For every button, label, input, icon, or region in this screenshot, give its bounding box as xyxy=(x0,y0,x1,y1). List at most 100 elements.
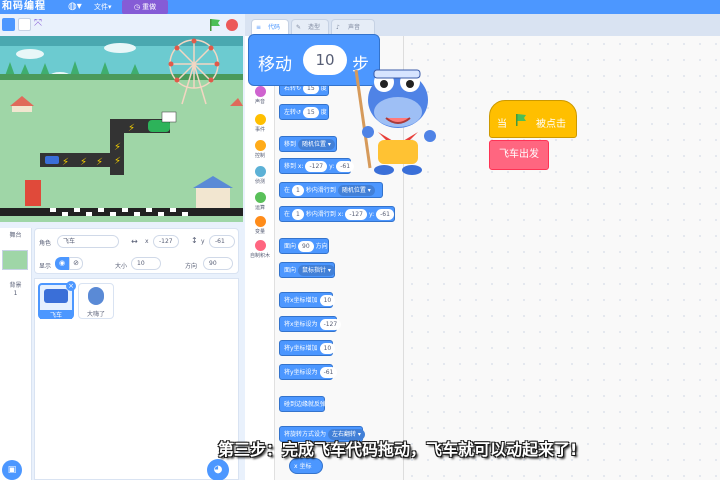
steps-input[interactable]: 10 xyxy=(303,45,347,75)
category-sound[interactable]: 声音 xyxy=(245,86,275,105)
globe-icon[interactable]: ◍▾ xyxy=(68,1,82,12)
block-text: 在 xyxy=(284,211,291,218)
show-label: 显示 xyxy=(39,263,52,270)
point-towards-block[interactable]: 面向 鼠标指针 ▾ xyxy=(279,262,335,278)
x-input[interactable]: -127 xyxy=(345,209,367,220)
svg-text:⚡: ⚡ xyxy=(114,156,121,167)
category-my-blocks[interactable]: 自制积木 xyxy=(245,240,275,259)
y-input[interactable]: -61 xyxy=(209,235,235,248)
block-text: y: xyxy=(368,211,375,218)
block-text: 将x坐标增加 xyxy=(284,297,318,304)
direction-input[interactable]: 90 xyxy=(298,241,314,252)
value-input[interactable]: 10 xyxy=(319,343,336,354)
add-sprite-icon[interactable]: ◕ xyxy=(207,459,229,480)
remix-button[interactable]: ◷ 重做 xyxy=(122,0,168,14)
remix-label: 重做 xyxy=(142,3,157,11)
when-flag-clicked-block[interactable]: 当 被点击 xyxy=(489,100,577,138)
stage-header: ⤧ xyxy=(0,14,243,36)
goto-random-block[interactable]: 移到 随机位置 ▾ xyxy=(279,136,337,152)
sprite-tile-label: 大嗨了 xyxy=(86,311,105,318)
tab-code-label: 代码 xyxy=(268,24,281,31)
goto-xy-block[interactable]: 移到 x: -127 y: -61 xyxy=(279,158,355,174)
game-scene: ⚡ ⚡ ⚡ ⚡ ⚡ ⚡ xyxy=(0,36,243,222)
sprite-tile[interactable]: 大嗨了 xyxy=(78,283,114,319)
events-category-icon xyxy=(254,114,266,125)
car-icon xyxy=(44,289,68,303)
category-label: 运算 xyxy=(254,205,265,211)
hide-eye-icon[interactable]: ⊘ xyxy=(69,257,83,270)
glide-xy-block[interactable]: 在 1 秒内滑行到 x: -127 y: -61 xyxy=(279,206,395,222)
block-text: 秒内滑行到 x: xyxy=(305,211,344,218)
file-menu[interactable]: 文件▾ xyxy=(94,2,112,12)
normal-stage-button[interactable] xyxy=(18,18,31,31)
target-dropdown[interactable]: 随机位置 ▾ xyxy=(337,185,375,196)
rotate-left-icon: ↺ xyxy=(296,109,302,116)
set-x-block[interactable]: 将x坐标设为 -127 xyxy=(279,316,342,332)
value-input[interactable]: -127 xyxy=(319,319,342,330)
block-text: 将y坐标设为 xyxy=(284,369,318,376)
sprite-name-input[interactable]: 飞车 xyxy=(57,235,119,248)
fly-car-block[interactable]: 飞车出发 xyxy=(489,140,549,170)
tab-sounds-label: 声音 xyxy=(348,24,361,31)
category-control[interactable]: 控制 xyxy=(245,140,275,159)
stage-canvas[interactable]: ⚡ ⚡ ⚡ ⚡ ⚡ ⚡ xyxy=(0,36,243,222)
stop-button[interactable] xyxy=(226,19,238,31)
y-input[interactable]: -61 xyxy=(376,209,394,220)
seconds-input[interactable]: 1 xyxy=(292,209,304,220)
degrees-input[interactable]: 15 xyxy=(303,107,319,118)
block-text: y: xyxy=(329,163,335,170)
menu-bar: 和码编程 ◍▾ 文件▾ ◷ 重做 xyxy=(0,0,720,14)
category-operators[interactable]: 运算 xyxy=(245,192,275,211)
green-flag-icon xyxy=(516,114,526,126)
sprite-list: × 飞车 大嗨了 ◕ xyxy=(34,278,239,480)
y-axis-icon: ↕ xyxy=(191,236,198,245)
turn-left-block[interactable]: 左转↺ 15 度 xyxy=(279,104,329,120)
towards-dropdown[interactable]: 鼠标指针 ▾ xyxy=(298,265,335,276)
y-label: y xyxy=(201,238,205,245)
category-label: 变量 xyxy=(254,229,265,235)
x-input[interactable]: -127 xyxy=(153,235,179,248)
my-blocks-category-icon xyxy=(254,240,266,251)
category-events[interactable]: 事件 xyxy=(245,114,275,133)
svg-text:⚡: ⚡ xyxy=(128,123,135,134)
speaker-icon: ♪ xyxy=(336,24,340,31)
block-text: 左转 xyxy=(284,109,297,116)
delete-sprite-icon[interactable]: × xyxy=(66,281,76,291)
category-variables[interactable]: 变量 xyxy=(245,216,275,235)
bounce-block[interactable]: 碰到边缘就反弹 xyxy=(279,396,326,412)
set-y-block[interactable]: 将y坐标设为 -61 xyxy=(279,364,338,380)
x-position-reporter[interactable]: x 坐标 xyxy=(289,458,323,474)
control-category-icon xyxy=(254,140,266,151)
svg-text:⚡: ⚡ xyxy=(62,157,69,168)
stage-title: 舞台 xyxy=(9,232,22,239)
svg-text:⚡: ⚡ xyxy=(80,157,87,168)
direction-label: 方向 xyxy=(185,263,198,270)
block-text: 秒内滑行到 xyxy=(305,187,336,194)
sprite-tile[interactable]: × 飞车 xyxy=(38,281,76,319)
category-sensing[interactable]: 侦测 xyxy=(245,166,275,185)
sprite-name-label: 角色 xyxy=(39,240,52,247)
category-label: 声音 xyxy=(254,99,265,105)
hat-when-text: 当 xyxy=(497,119,507,130)
change-x-block[interactable]: 将x坐标增加 10 xyxy=(279,292,336,308)
stage-selector[interactable]: 舞台 背景 1 ▣ xyxy=(0,228,32,480)
sound-category-icon xyxy=(254,86,266,97)
fullscreen-icon[interactable]: ⤧ xyxy=(34,18,47,31)
stage-thumbnail[interactable] xyxy=(2,250,28,270)
direction-input[interactable]: 90 xyxy=(203,257,233,270)
editor-tabs: ≡ 代码 ✎ 造型 ♪ 声音 xyxy=(245,14,720,36)
seconds-input[interactable]: 1 xyxy=(292,185,304,196)
target-dropdown[interactable]: 随机位置 ▾ xyxy=(298,139,335,150)
value-input[interactable]: 10 xyxy=(319,295,336,306)
value-input[interactable]: -61 xyxy=(319,367,338,378)
point-direction-block[interactable]: 面向 90 方向 xyxy=(279,238,329,254)
size-input[interactable]: 10 xyxy=(131,257,161,270)
add-backdrop-icon[interactable]: ▣ xyxy=(2,460,22,480)
change-y-block[interactable]: 将y坐标增加 10 xyxy=(279,340,336,356)
show-eye-icon[interactable]: ◉ xyxy=(55,257,69,270)
small-stage-button[interactable] xyxy=(2,18,15,31)
x-input[interactable]: -127 xyxy=(305,161,328,172)
backdrop-count: 1 xyxy=(13,290,18,297)
glide-random-block[interactable]: 在 1 秒内滑行到 随机位置 ▾ xyxy=(279,182,383,198)
green-flag-icon[interactable] xyxy=(208,18,222,32)
